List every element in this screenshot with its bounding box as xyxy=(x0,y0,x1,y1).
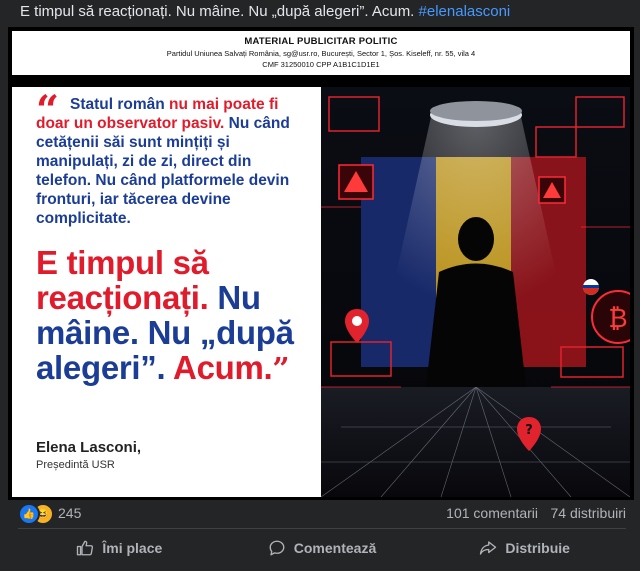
like-button[interactable]: Îmi place xyxy=(18,533,221,563)
reaction-icons[interactable]: 👍 😆 xyxy=(18,503,58,525)
comment-button[interactable]: Comentează xyxy=(221,533,424,563)
post-stats: 👍 😆 245 101 comentarii 74 distribuiri xyxy=(18,503,626,525)
thumbs-up-icon xyxy=(77,540,94,556)
illustration: ₿ ? xyxy=(321,87,630,497)
headline-red: E timpul să reacționați. xyxy=(36,244,209,316)
svg-text:₿: ₿ xyxy=(608,304,627,334)
illustration-svg: ₿ ? xyxy=(321,87,630,497)
post-image[interactable]: MATERIAL PUBLICITAR POLITIC Partidul Uni… xyxy=(8,27,634,500)
warning-icon-2 xyxy=(538,176,566,204)
action-bar: Îmi place Comentează Distribuie xyxy=(18,533,626,563)
quote-headline: E timpul să reacționați. Nu mâine. Nu „d… xyxy=(36,245,316,387)
flag-icon xyxy=(583,279,599,295)
svg-text:?: ? xyxy=(525,423,533,438)
close-quote-mark: ” xyxy=(272,352,290,387)
like-reaction-icon: 👍 xyxy=(18,503,40,525)
post-text: E timpul să reacționați. Nu mâine. Nu „d… xyxy=(20,2,510,22)
disclaimer-title: MATERIAL PUBLICITAR POLITIC xyxy=(244,36,398,47)
disclaimer-codes: CMF 31250010 CPP A1B1C1D1E1 xyxy=(262,60,380,69)
divider xyxy=(18,528,626,529)
quote-lead-red: nu mai poate xyxy=(169,96,265,113)
author-role: Președintă USR xyxy=(36,459,115,471)
comment-button-label: Comentează xyxy=(293,540,377,556)
share-icon xyxy=(480,541,497,555)
quote-panel: “ Statul român nu mai poate fi doar un o… xyxy=(12,87,321,497)
share-button-label: Distribuie xyxy=(505,540,570,556)
like-button-label: Îmi place xyxy=(102,540,163,556)
post-message: E timpul să reacționați. Nu mâine. Nu „d… xyxy=(20,3,415,20)
hashtag-link[interactable]: #elenalasconi xyxy=(419,3,511,20)
warning-icon xyxy=(338,164,374,200)
author-name: Elena Lasconi, xyxy=(36,439,142,456)
quote-lead: Statul român xyxy=(70,96,165,113)
headline-red-end: Acum. xyxy=(173,349,273,386)
comment-icon xyxy=(269,540,285,556)
reaction-count[interactable]: 245 xyxy=(58,505,81,521)
quote-body: Statul român nu mai poate fi doar un obs… xyxy=(36,95,306,228)
share-button[interactable]: Distribuie xyxy=(423,533,626,563)
comments-count[interactable]: 101 comentarii xyxy=(446,505,538,521)
shares-count[interactable]: 74 distribuiri xyxy=(551,505,626,521)
political-ad-disclaimer: MATERIAL PUBLICITAR POLITIC Partidul Uni… xyxy=(12,31,630,75)
disclaimer-address: Partidul Uniunea Salvați România, sg@usr… xyxy=(166,49,476,58)
